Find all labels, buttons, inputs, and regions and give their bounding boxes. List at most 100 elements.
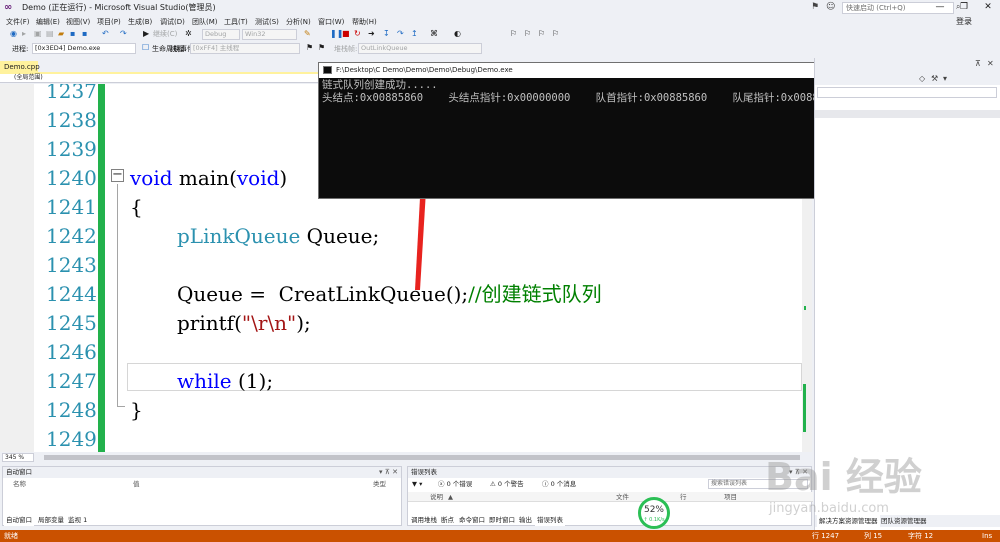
platform-select[interactable]: Win32 <box>242 29 297 40</box>
menu-edit[interactable]: 编辑(E) <box>36 16 60 28</box>
zoom-select[interactable]: 345 % <box>2 453 34 462</box>
feedback-icon[interactable]: ☺ <box>826 2 835 12</box>
step-into-icon[interactable]: ↧ <box>383 28 390 40</box>
process-select[interactable]: [0x3ED4] Demo.exe <box>32 43 136 54</box>
undo-icon[interactable]: ↶ <box>102 28 109 40</box>
breakpoint-icon[interactable]: ◐ <box>454 28 461 40</box>
restart-icon[interactable]: ↻ <box>354 28 361 40</box>
menu-help[interactable]: 帮助(H) <box>352 16 377 28</box>
configuration-select[interactable]: Debug <box>202 29 240 40</box>
menu-file[interactable]: 文件(F) <box>6 16 30 28</box>
show-next-statement-icon[interactable]: ➜ <box>368 28 375 40</box>
continue-icon[interactable]: ▶ <box>143 28 149 40</box>
column-header-description[interactable]: 说明 <box>430 492 443 502</box>
column-header-value[interactable]: 值 <box>133 479 140 489</box>
tab-autos[interactable]: 自动窗口 <box>4 514 34 526</box>
tab-call-stack[interactable]: 调用堆栈 <box>409 514 439 526</box>
code-text: Queue; <box>300 224 380 248</box>
code-line-1248: } <box>130 398 143 422</box>
next-bookmark-icon[interactable]: ⚐ <box>538 28 545 40</box>
messages-filter-button[interactable]: ⓘ 0 个消息 <box>542 479 576 490</box>
gear-icon[interactable]: ✲ <box>185 28 192 40</box>
progress-percent: 52% <box>643 505 664 515</box>
chevron-down-icon[interactable]: ▾ <box>943 72 947 85</box>
step-out-icon[interactable]: ↥ <box>411 28 418 40</box>
editor-horizontal-scrollbar[interactable] <box>44 455 800 460</box>
close-button[interactable]: ✕ <box>980 0 996 15</box>
collapse-outline-button[interactable]: − <box>111 168 124 182</box>
wrench-icon[interactable]: ⚒ <box>931 72 938 85</box>
pin-icon[interactable]: ⊼ <box>975 59 981 68</box>
tab-error-list[interactable]: 错误列表 <box>535 514 565 526</box>
menu-debug[interactable]: 调试(D) <box>160 16 185 28</box>
flag-all-threads-icon[interactable]: ⚑ <box>318 42 325 54</box>
tab-breakpoints[interactable]: 断点 <box>439 514 456 526</box>
column-header-file[interactable]: 文件 <box>616 492 629 502</box>
back-icon[interactable]: ◉ <box>10 28 17 40</box>
menu-project[interactable]: 项目(P) <box>97 16 121 28</box>
keyword: void <box>236 166 280 190</box>
tab-command-window[interactable]: 命令窗口 <box>457 514 487 526</box>
menu-view[interactable]: 视图(V) <box>66 16 90 28</box>
messages-count: 0 个消息 <box>550 480 577 488</box>
close-icon[interactable]: ✕ <box>987 59 994 68</box>
maximize-button[interactable]: ❐ <box>956 0 972 15</box>
bookmark-icon[interactable]: ⚐ <box>510 28 517 40</box>
warnings-filter-button[interactable]: ⚠ 0 个警告 <box>490 479 524 490</box>
console-app-icon <box>323 66 332 74</box>
filter-icon[interactable]: ▼ ▾ <box>412 479 422 490</box>
column-header-type[interactable]: 类型 <box>373 479 386 489</box>
code-icon[interactable]: ◇ <box>919 72 925 85</box>
panel-window-controls-icon[interactable]: ▾ ⊼ ✕ <box>379 467 398 478</box>
column-header-line[interactable]: 行 <box>680 492 687 502</box>
status-bar: 就绪 行 1247 列 15 字符 12 Ins <box>0 530 1000 542</box>
tab-immediate-window[interactable]: 即时窗口 <box>487 514 517 526</box>
menu-analyze[interactable]: 分析(N) <box>286 16 311 28</box>
pane-search-input[interactable] <box>817 87 997 98</box>
stack-frame-select[interactable]: OutLinkQueue <box>358 43 482 54</box>
menu-test[interactable]: 测试(S) <box>255 16 279 28</box>
thread-select[interactable]: [0xFF4] 主线程 <box>190 43 300 54</box>
tab-output[interactable]: 输出 <box>517 514 534 526</box>
save-all-icon[interactable]: ▪ <box>82 28 87 40</box>
attach-icon[interactable]: ✎ <box>304 28 311 40</box>
menu-build[interactable]: 生成(B) <box>128 16 152 28</box>
open-file-icon[interactable]: ▤ <box>46 28 54 40</box>
stop-icon[interactable]: ■ <box>342 28 350 40</box>
menu-window[interactable]: 窗口(W) <box>318 16 344 28</box>
save-icon[interactable]: ▪ <box>70 28 75 40</box>
redo-icon[interactable]: ↷ <box>120 28 127 40</box>
autos-panel-title: 自动窗口 <box>6 468 32 476</box>
line-number: 1244 <box>46 282 97 306</box>
menu-team[interactable]: 团队(M) <box>192 16 218 28</box>
login-link[interactable]: 登录 <box>956 17 972 27</box>
code-text: main( <box>172 166 237 190</box>
errors-filter-button[interactable]: ⓧ 0 个错误 <box>438 479 472 490</box>
flag-thread-icon[interactable]: ⚑ <box>306 42 313 54</box>
column-header-name[interactable]: 名称 <box>13 479 26 489</box>
hex-display-icon[interactable]: ⌘ <box>430 28 438 40</box>
process-label: 进程: <box>12 45 29 53</box>
menu-tools[interactable]: 工具(T) <box>224 16 248 28</box>
new-project-icon[interactable]: ▣ <box>34 28 42 40</box>
clear-bookmarks-icon[interactable]: ⚐ <box>552 28 559 40</box>
standard-toolbar: ◉ ▸ ▣ ▤ ▰ ▪ ▪ ↶ ↷ ▶ 继续(C) ✲ Debug Win32 … <box>0 28 1000 42</box>
step-over-icon[interactable]: ↷ <box>397 28 404 40</box>
prev-bookmark-icon[interactable]: ⚐ <box>524 28 531 40</box>
tab-watch-1[interactable]: 监视 1 <box>66 514 89 526</box>
console-output-line: 头结点:0x00885860 头结点指针:0x00000000 队首指针:0x0… <box>322 92 845 104</box>
lifecycle-events-icon[interactable]: ☐ <box>142 42 149 54</box>
minimize-button[interactable]: — <box>932 0 948 15</box>
tab-locals[interactable]: 局部变量 <box>36 514 66 526</box>
column-header-project[interactable]: 项目 <box>724 492 737 502</box>
pane-divider <box>815 110 1000 118</box>
line-number: 1247 <box>46 369 97 393</box>
warnings-count: 0 个警告 <box>497 480 524 488</box>
forward-icon[interactable]: ▸ <box>22 28 26 40</box>
notification-filter-icon[interactable]: ⚑ <box>811 2 819 12</box>
open-folder-icon[interactable]: ▰ <box>58 28 64 40</box>
code-line-1241: { <box>130 195 143 219</box>
debug-location-toolbar: 进程: [0x3ED4] Demo.exe ☐ 生命周期事件 线程: [0xFF… <box>0 42 1000 56</box>
continue-button[interactable]: 继续(C) <box>153 28 177 40</box>
progress-badge[interactable]: 52% ↑ 0.1K/s <box>638 497 670 529</box>
